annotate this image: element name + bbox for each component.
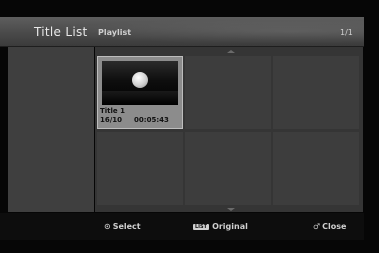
enter-icon: ⊙ xyxy=(104,222,111,231)
title-cell-5[interactable] xyxy=(185,132,271,205)
title-info: 16/10 00:05:43 xyxy=(100,116,169,124)
original-hint[interactable]: LIST Original xyxy=(193,222,248,231)
title-date: 16/10 xyxy=(100,116,123,124)
close-label: Close xyxy=(322,222,347,231)
scroll-down-arrow-icon[interactable] xyxy=(227,208,235,211)
thumbnail-ball xyxy=(132,72,148,88)
footer-bar: ⊙ Select LIST Original ♂ Close xyxy=(0,213,364,240)
page-counter: 1/1 xyxy=(340,28,353,37)
select-hint[interactable]: ⊙ Select xyxy=(104,222,141,231)
header-bar: Title List Playlist 1/1 xyxy=(0,17,364,47)
left-panel xyxy=(8,47,94,212)
dvd-title-list-screen: Title List Playlist 1/1 Title 1 16/10 00:… xyxy=(0,0,379,253)
title-cell-4[interactable] xyxy=(97,132,183,205)
scroll-up-arrow-icon[interactable] xyxy=(227,50,235,53)
return-icon: ♂ xyxy=(313,222,321,231)
select-label: Select xyxy=(112,222,141,231)
title-cell-2[interactable] xyxy=(185,56,271,129)
title-cell-3[interactable] xyxy=(273,56,359,129)
title-name: Title 1 xyxy=(100,107,125,115)
title-cell-6[interactable] xyxy=(273,132,359,205)
thumbnail-ground xyxy=(102,91,178,105)
page-title: Title List xyxy=(34,25,88,39)
title-thumbnail xyxy=(102,61,178,105)
title-grid: Title 1 16/10 00:05:43 xyxy=(95,47,363,212)
title-cell-1[interactable]: Title 1 16/10 00:05:43 xyxy=(97,56,183,129)
list-button-icon: LIST xyxy=(193,224,210,230)
original-label: Original xyxy=(212,222,248,231)
page-subtitle: Playlist xyxy=(98,28,132,37)
close-hint[interactable]: ♂ Close xyxy=(313,222,346,231)
title-duration: 00:05:43 xyxy=(134,116,169,124)
